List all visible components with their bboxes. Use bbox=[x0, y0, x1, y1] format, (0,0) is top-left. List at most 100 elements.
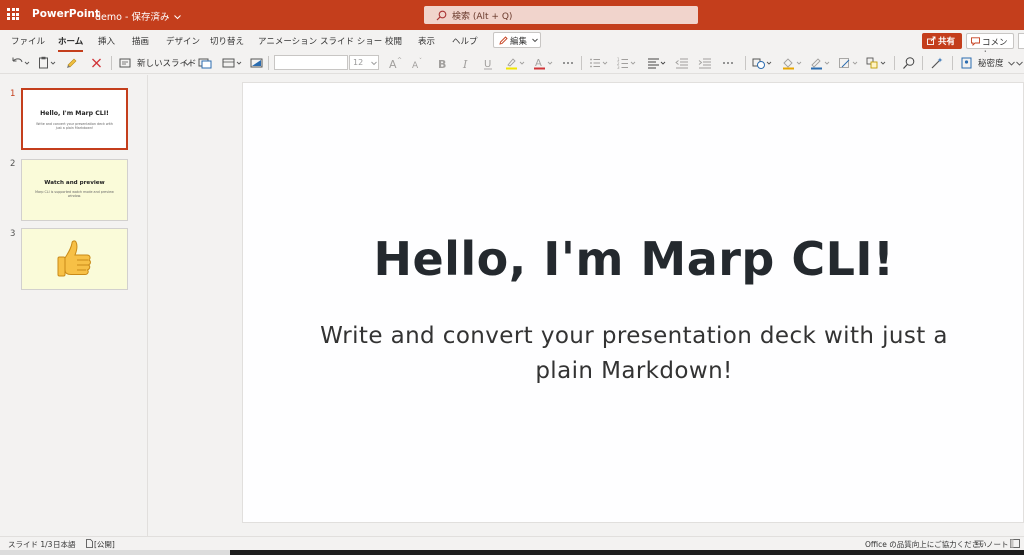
grow-font-icon[interactable]: A ^ bbox=[388, 56, 402, 70]
tab-transitions[interactable]: 切り替え bbox=[210, 35, 244, 47]
numbering-icon[interactable]: 123 bbox=[617, 56, 639, 70]
svg-text:A: A bbox=[412, 61, 419, 70]
underline-icon[interactable]: U bbox=[483, 56, 493, 70]
thumbnail-title: Hello, I'm Marp CLI! bbox=[40, 110, 109, 117]
normal-view-icon[interactable] bbox=[1010, 539, 1020, 548]
toolbar-separator bbox=[922, 56, 923, 70]
thumbnail-subtitle: Write and convert your presentation deck… bbox=[36, 122, 113, 130]
tab-animations[interactable]: アニメーション bbox=[258, 35, 317, 47]
shape-effects-icon[interactable] bbox=[838, 56, 860, 70]
font-size-input[interactable]: 12 bbox=[349, 55, 379, 70]
font-name-input[interactable] bbox=[274, 55, 348, 70]
shape-outline-icon[interactable] bbox=[810, 56, 832, 70]
designer-icon[interactable] bbox=[930, 56, 944, 70]
chevron-down-icon[interactable] bbox=[1008, 56, 1015, 70]
share-label: 共有 bbox=[938, 37, 956, 47]
comment-button[interactable]: コメント bbox=[966, 33, 1014, 60]
new-slide-icon[interactable] bbox=[119, 56, 131, 70]
reuse-slide-icon[interactable] bbox=[198, 56, 212, 70]
share-icon bbox=[927, 36, 936, 45]
slide-thumbnail-2[interactable]: Watch and preview Marp CLI is supported … bbox=[21, 159, 128, 221]
find-icon[interactable] bbox=[902, 56, 916, 70]
svg-text:3: 3 bbox=[617, 65, 620, 70]
toolbar-separator bbox=[268, 56, 269, 70]
slide-number: 2 bbox=[10, 159, 16, 169]
os-taskbar bbox=[0, 550, 1024, 555]
home-toolbar: 新しいスライド 12 A ^ Aˇ B I U A 123 秘密度 bbox=[0, 52, 1024, 74]
slide-number: 3 bbox=[10, 229, 16, 239]
search-placeholder: 検索 (Alt + Q) bbox=[452, 12, 513, 22]
thumbnail-title: Watch and preview bbox=[44, 180, 105, 186]
slide-thumbnail-3[interactable] bbox=[21, 228, 128, 290]
tab-view[interactable]: 表示 bbox=[418, 35, 435, 47]
format-painter-icon[interactable] bbox=[66, 56, 78, 70]
decrease-indent-icon[interactable] bbox=[675, 56, 689, 70]
svg-text:U: U bbox=[484, 59, 491, 70]
feedback-link[interactable]: Office の品質向上にご協力ください bbox=[865, 539, 987, 550]
slide-subtitle[interactable]: Write and convert your presentation deck… bbox=[283, 319, 985, 389]
slide-thumbnail-1[interactable]: Hello, I'm Marp CLI! Write and convert y… bbox=[21, 88, 128, 150]
tab-slideshow[interactable]: スライド ショー bbox=[320, 35, 382, 47]
document-name[interactable]: demo - 保存済み bbox=[95, 9, 182, 23]
toolbar-separator bbox=[581, 56, 582, 70]
sensitivity-tag[interactable]: [公開] bbox=[94, 539, 115, 550]
tab-review[interactable]: 校閲 bbox=[385, 35, 402, 47]
sensitivity-icon[interactable] bbox=[961, 56, 973, 70]
editing-mode-label: 編集 bbox=[510, 37, 528, 47]
bold-icon[interactable]: B bbox=[437, 56, 447, 70]
svg-text:A: A bbox=[389, 58, 397, 70]
overflow-button[interactable] bbox=[1018, 33, 1024, 49]
chevron-down-icon bbox=[174, 15, 182, 20]
shapes-icon[interactable] bbox=[752, 56, 774, 70]
tab-home[interactable]: ホーム bbox=[58, 35, 84, 52]
status-bar: スライド 1/3 日本語 [公開] Office の品質向上にご協力ください ノ… bbox=[0, 536, 1024, 550]
app-name[interactable]: PowerPoint bbox=[32, 8, 100, 20]
shape-fill-icon[interactable] bbox=[782, 56, 804, 70]
notes-icon bbox=[974, 540, 984, 548]
sensitivity-button[interactable]: 秘密度 bbox=[978, 57, 1004, 69]
tab-draw[interactable]: 描画 bbox=[132, 35, 149, 47]
language-indicator[interactable]: 日本語 bbox=[53, 539, 76, 550]
clear-icon[interactable] bbox=[91, 56, 102, 70]
thumbnail-subtitle: Marp CLI is supported watch mode and pre… bbox=[35, 190, 114, 198]
italic-icon[interactable]: I bbox=[461, 56, 471, 70]
editing-mode-button[interactable]: 編集 bbox=[493, 32, 541, 48]
toolbar-separator bbox=[745, 56, 746, 70]
background-icon[interactable] bbox=[250, 56, 264, 70]
increase-indent-icon[interactable] bbox=[698, 56, 712, 70]
highlight-icon[interactable] bbox=[505, 56, 527, 70]
font-size-value: 12 bbox=[353, 58, 364, 67]
more-icon[interactable] bbox=[721, 56, 735, 70]
chevron-down-icon[interactable] bbox=[1016, 56, 1023, 70]
svg-text:B: B bbox=[438, 58, 446, 70]
slide-title[interactable]: Hello, I'm Marp CLI! bbox=[243, 232, 1024, 286]
toolbar-separator bbox=[952, 56, 953, 70]
chevron-down-icon[interactable] bbox=[184, 56, 191, 70]
font-color-icon[interactable]: A bbox=[533, 56, 555, 70]
undo-icon[interactable] bbox=[10, 56, 30, 70]
save-status: 保存済み bbox=[131, 12, 170, 23]
paste-icon[interactable] bbox=[38, 56, 58, 70]
svg-text:ˇ: ˇ bbox=[419, 58, 422, 65]
shrink-font-icon[interactable]: Aˇ bbox=[411, 56, 425, 70]
thumbs-up-icon bbox=[57, 240, 91, 277]
align-icon[interactable] bbox=[647, 56, 669, 70]
tab-design[interactable]: デザイン bbox=[166, 35, 200, 47]
share-button[interactable]: 共有 bbox=[922, 33, 962, 49]
slide-number: 1 bbox=[10, 89, 16, 99]
tab-help[interactable]: ヘルプ bbox=[452, 35, 478, 47]
bullets-icon[interactable] bbox=[589, 56, 611, 70]
tab-insert[interactable]: 挿入 bbox=[98, 35, 115, 47]
app-launcher-icon[interactable] bbox=[7, 8, 19, 20]
arrange-icon[interactable] bbox=[866, 56, 888, 70]
current-slide[interactable]: Hello, I'm Marp CLI! Write and convert y… bbox=[242, 82, 1024, 523]
notes-button[interactable]: ノート bbox=[986, 539, 1009, 550]
svg-text:^: ^ bbox=[397, 57, 402, 64]
svg-text:A: A bbox=[535, 58, 542, 69]
more-icon[interactable] bbox=[561, 56, 575, 70]
search-input[interactable]: 検索 (Alt + Q) bbox=[424, 6, 698, 24]
tab-file[interactable]: ファイル bbox=[11, 35, 45, 47]
taskbar-dark-region bbox=[230, 550, 1024, 555]
chevron-down-icon bbox=[532, 38, 538, 43]
layout-icon[interactable] bbox=[222, 56, 244, 70]
